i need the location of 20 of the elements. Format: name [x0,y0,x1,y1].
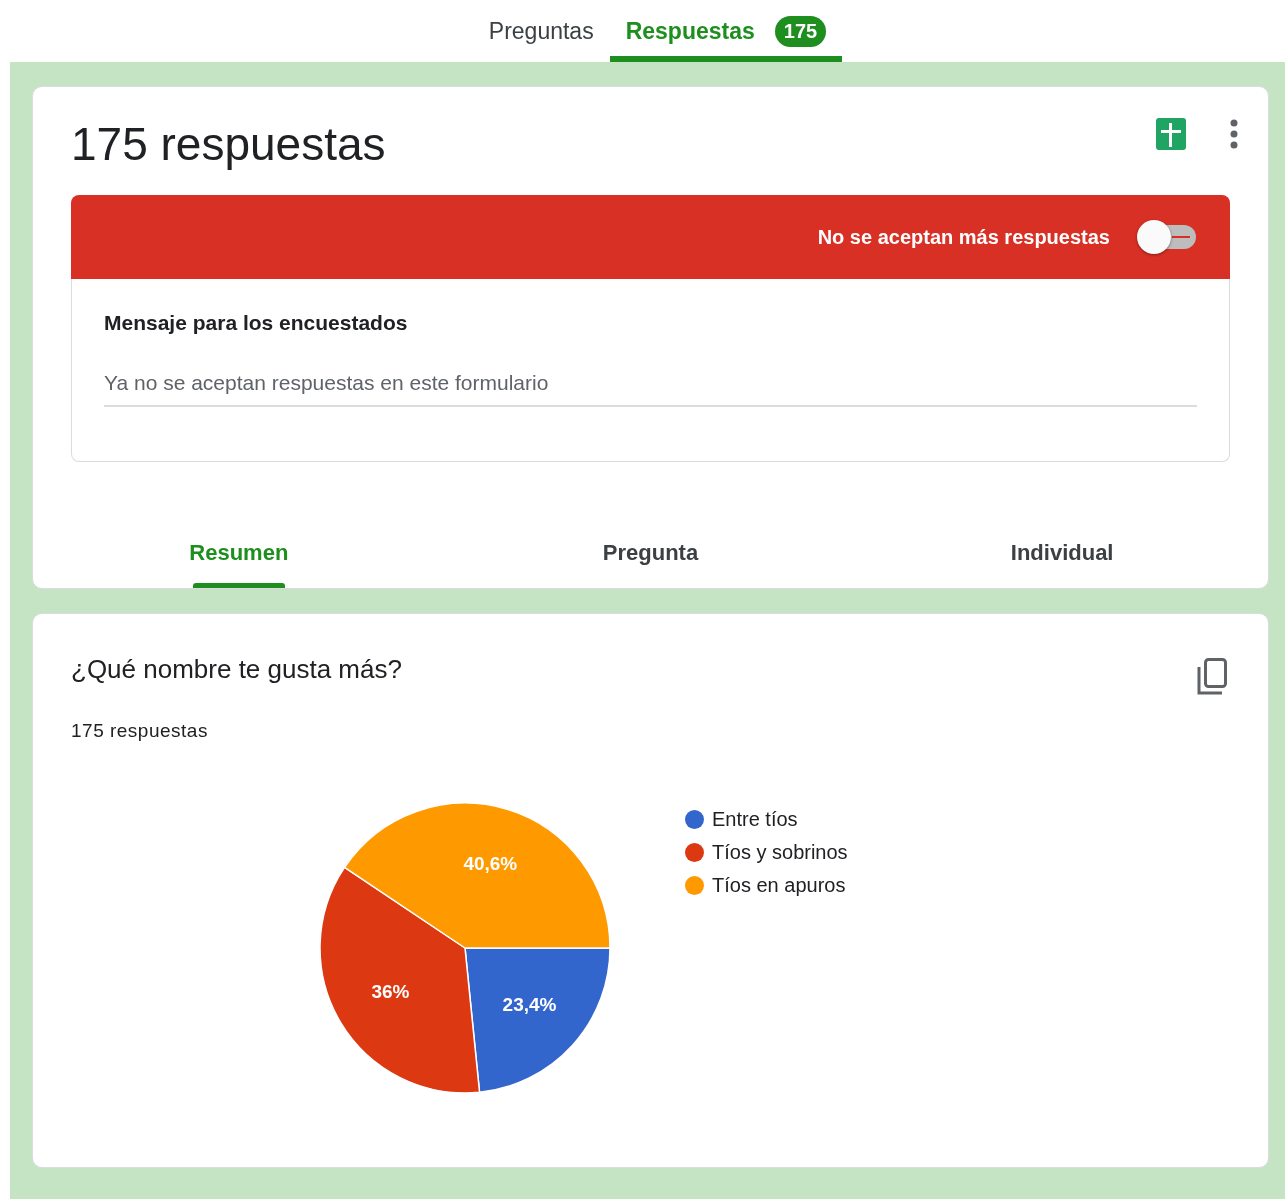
legend-label: Entre tíos [712,808,798,831]
view-tab[interactable]: Individual [856,534,1268,588]
copy-icon[interactable] [1196,658,1228,696]
view-tab[interactable]: Pregunta [444,534,857,588]
slice-label: 40,6% [463,852,518,874]
slice-label: 36% [371,980,410,1002]
slice-label: 23,4% [502,994,557,1016]
responses-title: 175 respuestas [71,117,386,171]
legend-label: Tíos y sobrinos [712,841,848,864]
spreadsheet-icon[interactable] [1156,118,1186,150]
count-badge: 175 [774,15,827,47]
response-count: 175 respuestas [71,720,209,742]
banner-text: No se aceptan más respuestas [817,225,1110,249]
question-title: ¿Qué nombre te gusta más? [71,654,402,685]
more-options-icon[interactable] [1230,119,1238,149]
message-label: Mensaje para los encuestados [104,311,409,335]
top-tab[interactable]: Preguntas [472,0,610,62]
legend-label: Tíos en apuros [712,874,846,897]
accepting-toggle[interactable] [1136,219,1198,255]
view-tab[interactable]: Resumen [33,534,445,588]
